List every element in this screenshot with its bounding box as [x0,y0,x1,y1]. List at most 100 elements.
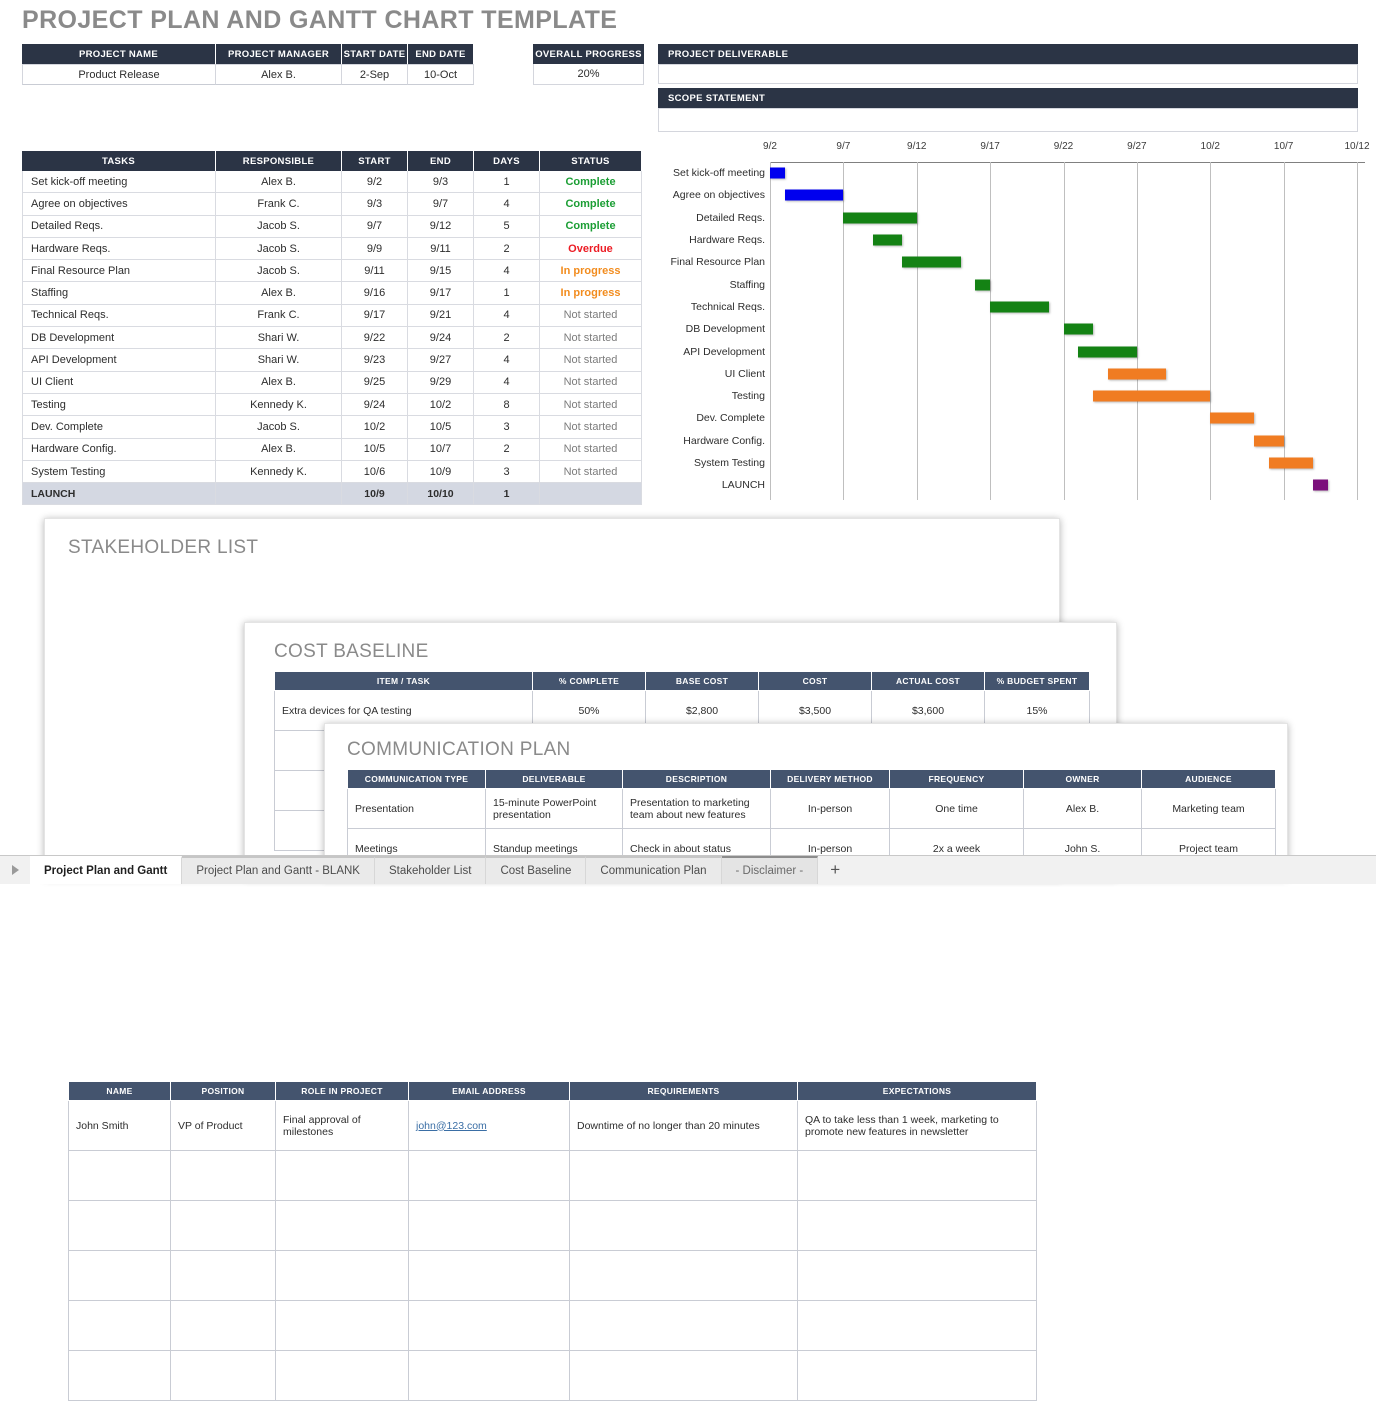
table-row[interactable]: API Development Shari W. 9/23 9/27 4 Not star… [22,349,642,372]
table-row[interactable]: Hardware Config. Alex B. 10/5 10/7 2 Not star… [22,438,642,461]
project-info-value-row: Product Release Alex B. 2-Sep 10-Oct [22,64,474,85]
table-row[interactable]: Staffing Alex B. 9/16 9/17 1 In progress [22,282,642,305]
table-row[interactable]: LAUNCH 10/9 10/10 1 [22,483,642,506]
gantt-bar[interactable] [1078,346,1137,358]
cell-empty [797,1300,1037,1351]
gantt-bar[interactable] [1312,479,1328,491]
col-email-address: EMAIL ADDRESS [408,1081,570,1101]
gantt-row: API Development [655,340,1365,362]
table-row[interactable]: Agree on objectives Frank C. 9/3 9/7 4 Comple… [22,193,642,216]
value-start-date[interactable]: 2-Sep [342,64,408,85]
project-deliverable-box: PROJECT DELIVERABLE [658,44,1358,84]
gantt-row: Detailed Reqs. [655,207,1365,229]
cell-empty [797,1200,1037,1251]
sheet-tab-project-plan-and-gantt[interactable]: Project Plan and Gantt [30,856,183,884]
cell-days: 8 [474,393,540,417]
table-row[interactable]: DB Development Shari W. 9/22 9/24 2 Not start… [22,327,642,350]
gantt-bar[interactable] [843,212,917,224]
project-deliverable-value[interactable] [658,64,1358,84]
cell-empty [275,1300,409,1351]
cell-days: 4 [474,260,540,283]
gantt-bar[interactable] [902,256,961,268]
gantt-bar[interactable] [1092,390,1211,402]
gantt-bar[interactable] [872,234,903,246]
cell-days: 2 [474,438,540,461]
table-row[interactable]: Technical Reqs. Frank C. 9/17 9/21 4 Not star… [22,304,642,328]
table-row[interactable]: Hardware Reqs. Jacob S. 9/9 9/11 2 Overdue [22,237,642,261]
cell-days: 1 [474,282,540,305]
col-role-in-project: ROLE IN PROJECT [275,1081,409,1101]
project-deliverable-label: PROJECT DELIVERABLE [658,44,1358,64]
cell-responsible: Jacob S. [216,215,342,238]
value-project-name[interactable]: Product Release [22,64,216,85]
status-badge: Not started [540,416,642,439]
gantt-row: Staffing [655,274,1365,296]
sheet-tab-cost-baseline[interactable]: Cost Baseline [486,856,587,884]
cell-empty [68,1350,171,1401]
add-sheet-button[interactable]: + [818,856,852,884]
task-table-header-row: TASKS RESPONSIBLE START END DAYS STATUS [22,151,642,171]
table-row-empty[interactable] [68,1300,1037,1351]
col-end: END [408,151,474,171]
table-row-empty[interactable] [68,1350,1037,1401]
gantt-bar[interactable] [1254,435,1284,447]
gantt-row-label: Hardware Config. [683,434,765,447]
value-end-date[interactable]: 10-Oct [408,64,474,85]
col-start-date: START DATE [342,44,408,64]
table-header-row: ITEM / TASK% COMPLETE BASE COST COST ACTUAL… [274,671,1090,691]
cell-end: 9/7 [408,193,474,216]
table-row[interactable]: Presentation 15-minute PowerPoint present… [347,788,1276,829]
gantt-bar[interactable] [990,301,1049,313]
gantt-bar[interactable] [1063,323,1093,335]
gantt-row-label: Detailed Reqs. [696,211,765,224]
cell-type: Presentation [347,788,486,829]
table-row[interactable]: System Testing Kennedy K. 10/6 10/9 3 Not sta… [22,460,642,484]
table-row[interactable]: Detailed Reqs. Jacob S. 9/7 9/12 5 Complete [22,215,642,238]
sheet-tab-stakeholder-list[interactable]: Stakeholder List [374,856,487,884]
cell-task: Final Resource Plan [22,260,216,283]
cell-task: LAUNCH [22,483,216,506]
scope-statement-value[interactable] [658,108,1358,132]
gantt-bar[interactable] [770,167,785,179]
sheet-tab-project-plan-and-gantt-blank[interactable]: Project Plan and Gantt - BLANK [182,856,375,884]
sheet-tab-communication-plan[interactable]: Communication Plan [586,856,722,884]
overall-progress-value[interactable]: 20% [533,64,644,85]
gantt-row: Dev. Complete [655,407,1365,429]
status-badge: Not started [540,327,642,350]
gantt-bar[interactable] [1107,368,1167,380]
cell-deliverable: 15-minute PowerPoint presentation [485,788,623,829]
sheet-tab-disclaimer[interactable]: - Disclaimer - [721,856,819,884]
gantt-bar[interactable] [1268,457,1313,469]
table-row-empty[interactable] [68,1200,1037,1251]
col-expectations: EXPECTATIONS [797,1081,1037,1101]
cell-empty [170,1150,276,1201]
col-owner: OWNER [1023,769,1142,789]
col-name: NAME [68,1081,171,1101]
table-row[interactable]: John Smith VP of Product Final approval of… [68,1100,1037,1151]
overall-progress-box: OVERALL PROGRESS 20% [533,44,644,85]
scope-statement-label: SCOPE STATEMENT [658,88,1358,108]
table-row[interactable]: Final Resource Plan Jacob S. 9/11 9/15 4 In p… [22,260,642,283]
page-title: PROJECT PLAN AND GANTT CHART TEMPLATE [22,6,618,34]
cell-task: Set kick-off meeting [22,171,216,194]
play-right-icon[interactable] [0,856,30,884]
table-row[interactable]: Testing Kennedy K. 9/24 10/2 8 Not started [22,393,642,417]
axis-tick-label: 9/2 [763,141,777,152]
cell-empty [170,1300,276,1351]
value-project-manager[interactable]: Alex B. [216,64,342,85]
col-days: DAYS [474,151,540,171]
gantt-bar[interactable] [975,279,991,291]
status-badge: Complete [540,193,642,216]
table-row[interactable]: UI Client Alex B. 9/25 9/29 4 Not started [22,371,642,394]
table-row-empty[interactable] [68,1250,1037,1301]
cell-empty [68,1250,171,1301]
gantt-bar[interactable] [1210,412,1255,424]
table-row[interactable]: Set kick-off meeting Alex B. 9/2 9/3 1 Comple… [22,171,642,194]
email-link[interactable]: john@123.com [416,1120,487,1132]
status-badge: Complete [540,171,642,194]
col-actual-cost: ACTUAL COST [871,671,985,691]
gantt-bar[interactable] [784,189,844,201]
cell-responsible [216,483,342,506]
table-row-empty[interactable] [68,1150,1037,1201]
table-row[interactable]: Dev. Complete Jacob S. 10/2 10/5 3 Not starte… [22,416,642,439]
